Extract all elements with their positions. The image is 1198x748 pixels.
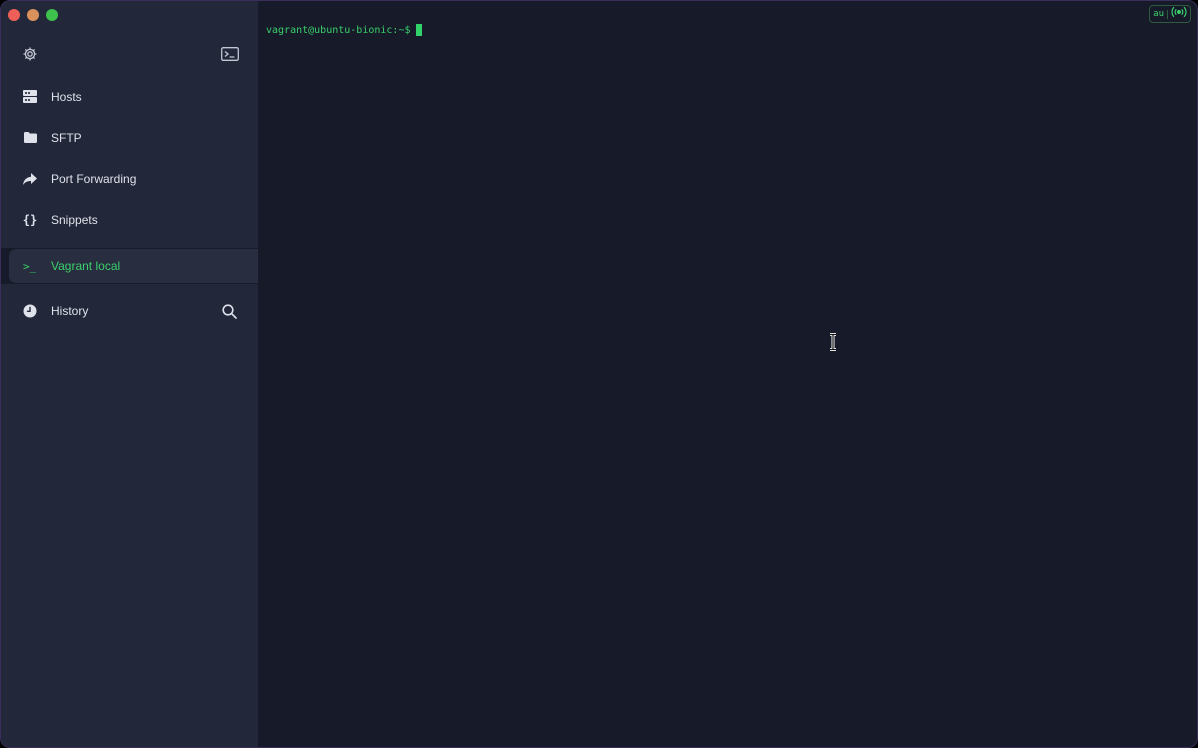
sidebar-item-hosts[interactable]: Hosts: [1, 76, 258, 117]
session-label: Vagrant local: [51, 259, 121, 273]
terminal-prompt-line: vagrant@ubuntu-bionic:~$: [266, 24, 422, 36]
maximize-window-button[interactable]: [46, 9, 58, 21]
braces-icon: {}: [22, 212, 38, 227]
sidebar-item-snippets[interactable]: {} Snippets: [1, 199, 258, 240]
app-window: Hosts SFTP Port Forwarding {} Snippets >…: [0, 0, 1198, 748]
sidebar-item-port-forwarding[interactable]: Port Forwarding: [1, 158, 258, 199]
clock-icon: [23, 304, 37, 318]
sidebar-item-label: Snippets: [51, 212, 98, 227]
folder-icon: [23, 131, 37, 145]
input-language-badge[interactable]: au: [1153, 9, 1164, 19]
sidebar-item-history[interactable]: History: [1, 290, 258, 331]
minimize-window-button[interactable]: [27, 9, 39, 21]
sidebar-item-label: History: [51, 303, 89, 318]
broadcast-icon[interactable]: [1171, 5, 1187, 23]
terminal-area[interactable]: vagrant@ubuntu-bionic:~$ au: [258, 1, 1197, 747]
text-cursor-icon: [828, 333, 838, 351]
sidebar-item-label: Port Forwarding: [51, 171, 137, 186]
terminal-cursor: [415, 24, 422, 36]
gear-icon[interactable]: [18, 42, 42, 66]
terminal-status: au: [1149, 5, 1191, 23]
sidebar-nav: Hosts SFTP Port Forwarding {} Snippets: [1, 76, 258, 240]
sidebar-item-label: Hosts: [51, 89, 82, 104]
terminal-prompt: vagrant@ubuntu-bionic:~$: [266, 24, 411, 36]
terminal-icon[interactable]: [218, 42, 242, 66]
port-forward-icon: [23, 172, 37, 186]
close-window-button[interactable]: [8, 9, 20, 21]
window-controls: [8, 9, 58, 21]
status-divider: [1167, 9, 1168, 19]
sidebar-item-label: SFTP: [51, 130, 82, 145]
session-tab-vagrant-local[interactable]: >_ Vagrant local: [9, 249, 258, 283]
sidebar-item-sftp[interactable]: SFTP: [1, 117, 258, 158]
terminal-prompt-icon: >_: [23, 259, 37, 273]
sidebar: Hosts SFTP Port Forwarding {} Snippets: [1, 1, 258, 747]
server-icon: [23, 90, 37, 104]
search-icon[interactable]: [220, 302, 238, 320]
